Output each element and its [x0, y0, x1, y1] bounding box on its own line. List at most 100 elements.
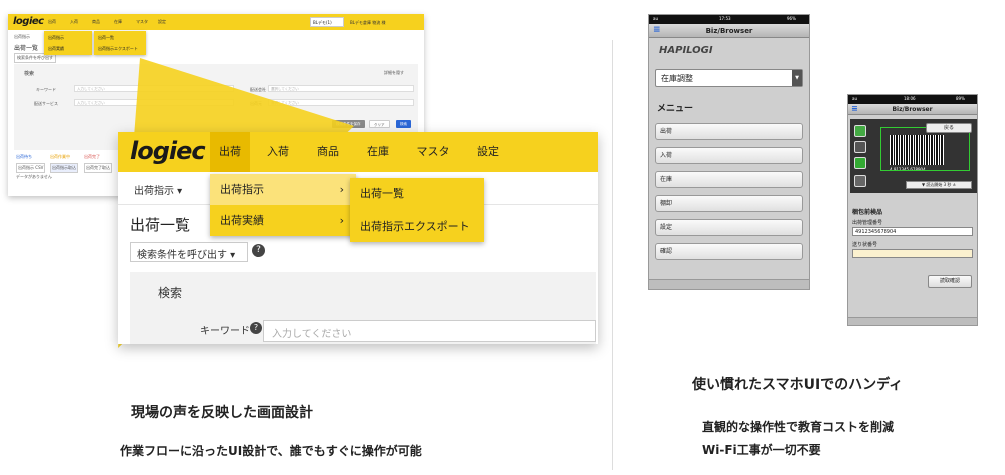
- mini-save-search-button[interactable]: 検索条件を保存: [332, 120, 365, 128]
- mini-csv-button[interactable]: 出荷指示 CSV: [16, 163, 46, 173]
- zoom-nav-stock[interactable]: 在庫: [358, 132, 398, 172]
- keyword-help-icon[interactable]: ?: [250, 322, 262, 334]
- phone1-status-bar: au 17:53 96%: [649, 15, 809, 24]
- mini-status-tab-done[interactable]: 出荷完了: [84, 154, 100, 160]
- zoom-page-title: 出荷一覧: [130, 216, 191, 234]
- scan-frame: [880, 127, 970, 171]
- mini-service-input[interactable]: 入力してください: [74, 99, 234, 106]
- phone1-time: 17:53: [719, 16, 731, 21]
- zoom-search-heading: 検索: [158, 286, 183, 300]
- section-divider: [612, 40, 613, 470]
- phone1-menu-settings[interactable]: 設定: [655, 219, 803, 236]
- zoom-dropdown-2: 出荷一覧 出荷指示エクスポート: [350, 178, 484, 242]
- phone2-title-bar: Biz/Browser: [848, 104, 977, 115]
- mini-search-button[interactable]: 検索: [396, 120, 411, 128]
- phone2-status-bar: au 18:06 89%: [848, 95, 977, 104]
- mini-dropdown1-item-instructions[interactable]: 出荷指示: [48, 35, 64, 41]
- hamburger-icon[interactable]: ≡: [653, 25, 661, 35]
- zoom-nav-settings[interactable]: 設定: [468, 132, 508, 172]
- zoom-saved-search-select[interactable]: 検索条件を呼び出す ▾: [130, 242, 248, 262]
- left-caption-title: 現場の声を反映した画面設計: [131, 405, 313, 421]
- phone2-field1-input[interactable]: 4912345678904: [852, 227, 973, 236]
- phone2-read-confirm-button[interactable]: 読取確認: [928, 275, 972, 288]
- zoom-dropdown2-item-list[interactable]: 出荷一覧: [350, 178, 484, 209]
- mini-keyword-label: キーワード: [36, 87, 56, 92]
- mini-nav-settings[interactable]: 設定: [158, 19, 166, 25]
- phone-screenshot-menu: au 17:53 96% Biz/Browser ≡ HAPILOGI 在庫調整…: [648, 14, 810, 290]
- mini-nav-products[interactable]: 商品: [92, 19, 100, 25]
- mini-user-name[interactable]: BLデモ倉庫 物流 様: [350, 20, 386, 26]
- zoom-dropdown1-label-results: 出荷実績: [220, 214, 264, 227]
- phone1-menu-receiving[interactable]: 入荷: [655, 147, 803, 164]
- mini-page-title: 出荷一覧: [14, 45, 39, 52]
- phone2-section-title: 梱包前検品: [852, 209, 883, 216]
- phone1-select[interactable]: 在庫調整 ▼: [655, 69, 803, 87]
- phone1-menu-shipping[interactable]: 出荷: [655, 123, 803, 140]
- phone1-menu-stock[interactable]: 在庫: [655, 171, 803, 188]
- phone1-brand-logo: HAPILOGI: [659, 45, 713, 56]
- mini-origin-select[interactable]: 選択してください: [268, 99, 414, 106]
- zoom-nav-shipping[interactable]: 出荷: [210, 132, 250, 172]
- phone1-signal: au: [653, 16, 658, 21]
- mini-clear-button[interactable]: クリア: [369, 120, 390, 128]
- mini-toggle-link[interactable]: 詳細を隠す: [384, 70, 404, 76]
- chevron-right-icon: ›: [339, 214, 344, 227]
- mini-status-tab-waiting[interactable]: 出荷待ち: [16, 154, 32, 160]
- flash-icon[interactable]: [854, 125, 866, 137]
- mini-carrier-label: 配送会社: [250, 87, 266, 92]
- zoom-dropdown2-item-export[interactable]: 出荷指示エクスポート: [350, 211, 484, 242]
- mini-logo: logiec: [13, 16, 44, 27]
- mini-status-tab-working[interactable]: 出荷作業中: [50, 154, 70, 160]
- mini-dropdown2-item-list[interactable]: 出荷一覧: [98, 35, 114, 41]
- phone2-back-button[interactable]: 戻る: [926, 123, 972, 133]
- hamburger-icon[interactable]: ≡: [851, 104, 858, 113]
- phone2-field1-label: 出荷管理番号: [852, 220, 883, 226]
- mini-nav-shipping[interactable]: 出荷: [48, 19, 56, 25]
- help-icon[interactable]: ?: [252, 244, 265, 257]
- right-caption-line2: Wi-Fi工事が一切不要: [702, 443, 821, 457]
- phone2-title: Biz/Browser: [892, 106, 933, 113]
- phone2-scan-control[interactable]: ▼ 読込開始 3 秒 ±: [906, 181, 972, 189]
- mini-nav-stock[interactable]: 在庫: [114, 19, 122, 25]
- mini-dropdown1-item-results[interactable]: 出荷実績: [48, 46, 64, 52]
- phone1-title-bar: Biz/Browser: [649, 24, 809, 38]
- mini-import-button[interactable]: 出荷指示取込: [50, 163, 78, 173]
- zoom-nav-receiving[interactable]: 入荷: [258, 132, 298, 172]
- mini-dropdown-2: 出荷一覧 出荷指示エクスポート: [94, 31, 146, 55]
- mini-nav-receiving[interactable]: 入荷: [70, 19, 78, 25]
- chevron-right-icon: ›: [339, 183, 344, 196]
- phone2-bottom-toolbar: [848, 317, 977, 325]
- phone1-menu-inventory[interactable]: 棚卸: [655, 195, 803, 212]
- flip-camera-icon[interactable]: [854, 141, 866, 153]
- zoom-dropdown1-item-results[interactable]: 出荷実績 ›: [210, 205, 356, 236]
- mode-icon[interactable]: [854, 157, 866, 169]
- zoom-subnav-instructions[interactable]: 出荷指示 ▾: [134, 182, 182, 197]
- camera-icon[interactable]: [854, 175, 866, 187]
- zoom-nav-master[interactable]: マスタ: [413, 132, 453, 172]
- mini-carrier-select[interactable]: 選択してください: [268, 85, 414, 92]
- zoom-keyword-input[interactable]: 入力してください: [263, 320, 596, 342]
- phone1-title: Biz/Browser: [705, 27, 753, 35]
- zoomed-app-detail: logiec 出荷 入荷 商品 在庫 マスタ 設定 出荷指示 ▾ 出荷一覧 検索…: [118, 132, 598, 344]
- mini-user-select[interactable]: BLデモ(1): [310, 17, 344, 27]
- mini-nav-master[interactable]: マスタ: [136, 19, 148, 25]
- mini-dropdown2-item-export[interactable]: 出荷指示エクスポート: [98, 46, 138, 52]
- mini-breadcrumb[interactable]: 出荷指示: [14, 34, 30, 40]
- mini-dropdown-1: 出荷指示 出荷実績: [44, 31, 92, 55]
- mini-complete-import-button[interactable]: 出荷完了取込: [84, 163, 112, 173]
- phone1-bottom-toolbar: [649, 279, 809, 289]
- mini-keyword-input[interactable]: 入力してください: [74, 85, 234, 92]
- right-caption-line1: 直観的な操作性で教育コストを削減: [702, 420, 895, 434]
- mini-service-label: 配送サービス: [34, 101, 58, 106]
- zoom-dropdown1-label-instructions: 出荷指示: [220, 183, 264, 196]
- phone2-field2-label: 送り状番号: [852, 242, 878, 248]
- phone2-camera-view: 4 912345 678904 戻る ▼ 読込開始 3 秒 ±: [850, 119, 977, 193]
- phone1-battery: 96%: [787, 16, 796, 21]
- phone2-field2-input[interactable]: [852, 249, 973, 258]
- zoom-nav-products[interactable]: 商品: [308, 132, 348, 172]
- zoom-dropdown1-item-instructions[interactable]: 出荷指示 ›: [210, 174, 356, 205]
- phone1-menu-confirm[interactable]: 確認: [655, 243, 803, 260]
- chevron-down-icon: ▼: [792, 70, 802, 86]
- phone2-signal: au: [852, 96, 857, 101]
- mini-search-heading: 検索: [24, 71, 35, 77]
